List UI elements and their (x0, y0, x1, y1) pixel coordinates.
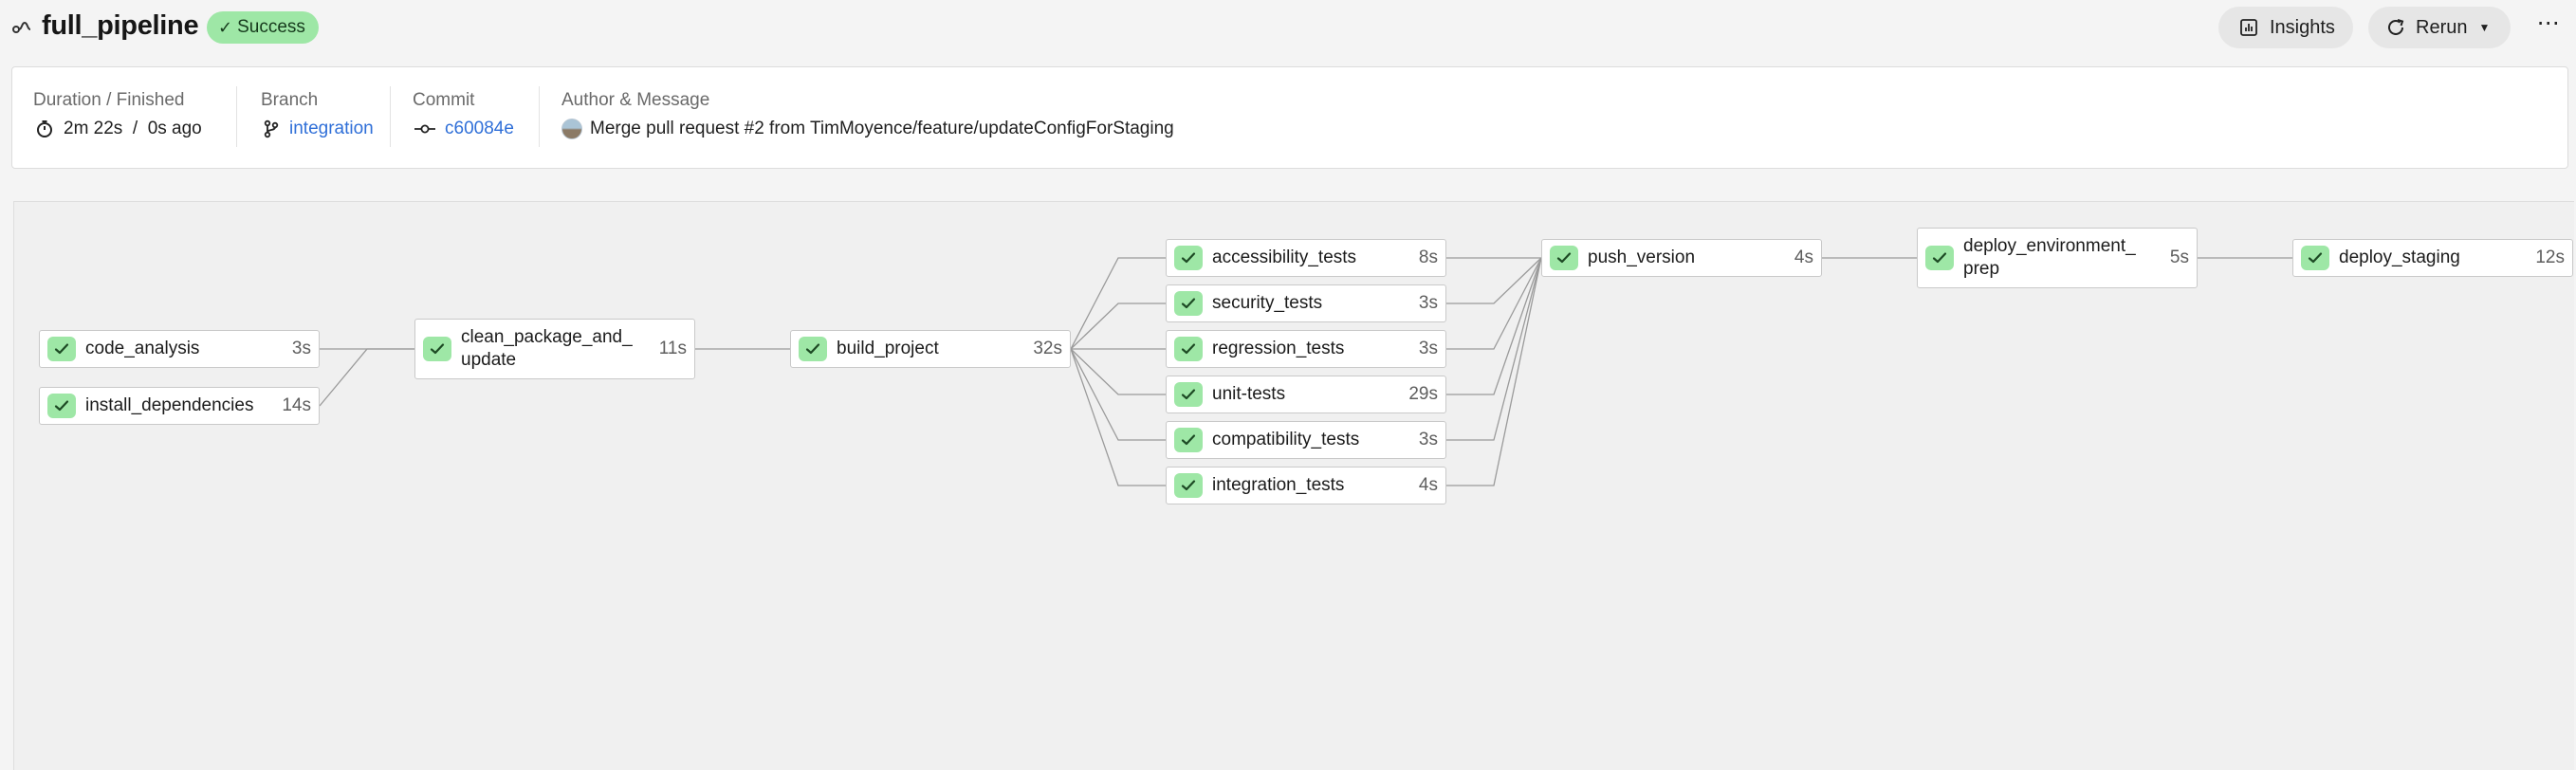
job-duration: 4s (1418, 475, 1438, 495)
job-name: push_version (1588, 248, 1696, 267)
job-name: code_analysis (85, 339, 200, 358)
job-node[interactable]: regression_tests 3s (1166, 330, 1446, 368)
check-icon (1174, 382, 1203, 407)
duration-value: 2m 22s / 0s ago (35, 119, 202, 139)
job-name: build_project (837, 339, 939, 358)
job-node[interactable]: code_analysis 3s (39, 330, 320, 368)
status-badge: ✓ Success (207, 11, 319, 44)
branch-section: Branch integration (236, 67, 403, 168)
check-icon (423, 337, 451, 361)
graph-edge (1070, 302, 1166, 350)
commit-icon (414, 124, 435, 134)
commit-value: c60084e (414, 119, 514, 139)
job-node[interactable]: deploy_environment_ prep 5s (1917, 228, 2198, 288)
job-name: regression_tests (1212, 339, 1345, 358)
commit-message: Merge pull request #2 from TimMoyence/fe… (590, 119, 1174, 138)
job-duration: 14s (282, 395, 311, 415)
rerun-label: Rerun (2416, 16, 2468, 38)
job-duration: 29s (1408, 384, 1438, 404)
more-options-button[interactable]: ⋯ (2532, 11, 2565, 44)
check-icon (1174, 337, 1203, 361)
insights-button[interactable]: Insights (2218, 7, 2353, 48)
graph-edge (1446, 257, 1542, 304)
check-icon (799, 337, 827, 361)
pipeline-header: full_pipeline ✓ Success Insights Rerun ▼… (0, 0, 2576, 57)
commit-section: Commit c60084e (390, 67, 553, 168)
check-icon (47, 394, 76, 418)
job-node[interactable]: push_version 4s (1541, 239, 1822, 277)
job-name: clean_package_and_ update (461, 327, 633, 370)
author-label: Author & Message (561, 90, 710, 110)
check-icon: ✓ (218, 17, 233, 37)
branch-icon (264, 119, 279, 138)
job-node[interactable]: security_tests 3s (1166, 284, 1446, 322)
check-icon (1174, 246, 1203, 270)
pipeline-info-card: Duration / Finished 2m 22s / 0s ago Bran… (11, 66, 2568, 169)
graph-edge (1070, 348, 1166, 395)
job-node[interactable]: unit-tests 29s (1166, 376, 1446, 413)
job-name: accessibility_tests (1212, 248, 1357, 267)
job-duration: 5s (2169, 248, 2189, 267)
job-node[interactable]: compatibility_tests 3s (1166, 421, 1446, 459)
branch-value: integration (263, 119, 374, 139)
insights-icon (2240, 19, 2257, 36)
check-icon (2301, 246, 2329, 270)
job-name: security_tests (1212, 293, 1323, 313)
pipeline-icon (12, 21, 31, 33)
job-node[interactable]: build_project 32s (790, 330, 1071, 368)
job-name: deploy_environment_ prep (1963, 236, 2136, 279)
branch-label: Branch (261, 90, 319, 110)
check-icon (1925, 246, 1954, 270)
job-node[interactable]: clean_package_and_ update 11s (414, 319, 695, 379)
pipeline-graph: code_analysis 3s install_dependencies 14s cl… (13, 201, 2574, 770)
author-section: Author & Message Merge pull request #2 f… (539, 67, 1297, 168)
chevron-down-icon: ▼ (2478, 21, 2491, 34)
duration-section: Duration / Finished 2m 22s / 0s ago (33, 67, 232, 168)
rerun-icon (2388, 19, 2404, 35)
job-name: install_dependencies (85, 395, 254, 415)
page-title: full_pipeline (42, 10, 199, 41)
job-duration: 3s (1418, 339, 1438, 358)
job-name: integration_tests (1212, 475, 1345, 495)
branch-link[interactable]: integration (289, 119, 374, 139)
job-duration: 11s (658, 339, 687, 358)
job-name: unit-tests (1212, 384, 1286, 404)
check-icon (47, 337, 76, 361)
timer-icon (37, 120, 52, 138)
job-duration: 3s (1418, 293, 1438, 313)
job-name: compatibility_tests (1212, 430, 1360, 449)
job-node[interactable]: install_dependencies 14s (39, 387, 320, 425)
job-node[interactable]: accessibility_tests 8s (1166, 239, 1446, 277)
job-duration: 12s (2535, 248, 2565, 267)
job-node[interactable]: integration_tests 4s (1166, 467, 1446, 504)
job-duration: 8s (1418, 248, 1438, 267)
commit-label: Commit (413, 90, 475, 110)
job-duration: 3s (1418, 430, 1438, 449)
check-icon (1174, 291, 1203, 316)
graph-edge (319, 348, 414, 407)
check-icon (1550, 246, 1578, 270)
insights-label: Insights (2270, 16, 2335, 38)
job-duration: 32s (1033, 339, 1062, 358)
commit-link[interactable]: c60084e (445, 119, 514, 139)
check-icon (1174, 473, 1203, 498)
rerun-button[interactable]: Rerun ▼ (2368, 7, 2511, 48)
status-label: Success (237, 17, 305, 37)
check-icon (1174, 428, 1203, 452)
job-name: deploy_staging (2339, 248, 2460, 267)
author-value: Merge pull request #2 from TimMoyence/fe… (561, 119, 1174, 139)
duration-text: 2m 22s / 0s ago (64, 119, 202, 138)
avatar (561, 119, 582, 139)
duration-label: Duration / Finished (33, 90, 185, 110)
job-node[interactable]: deploy_staging 12s (2292, 239, 2573, 277)
graph-edge (1070, 348, 1166, 486)
graph-edge (1446, 257, 1542, 486)
job-duration: 3s (291, 339, 311, 358)
job-duration: 4s (1794, 248, 1813, 267)
